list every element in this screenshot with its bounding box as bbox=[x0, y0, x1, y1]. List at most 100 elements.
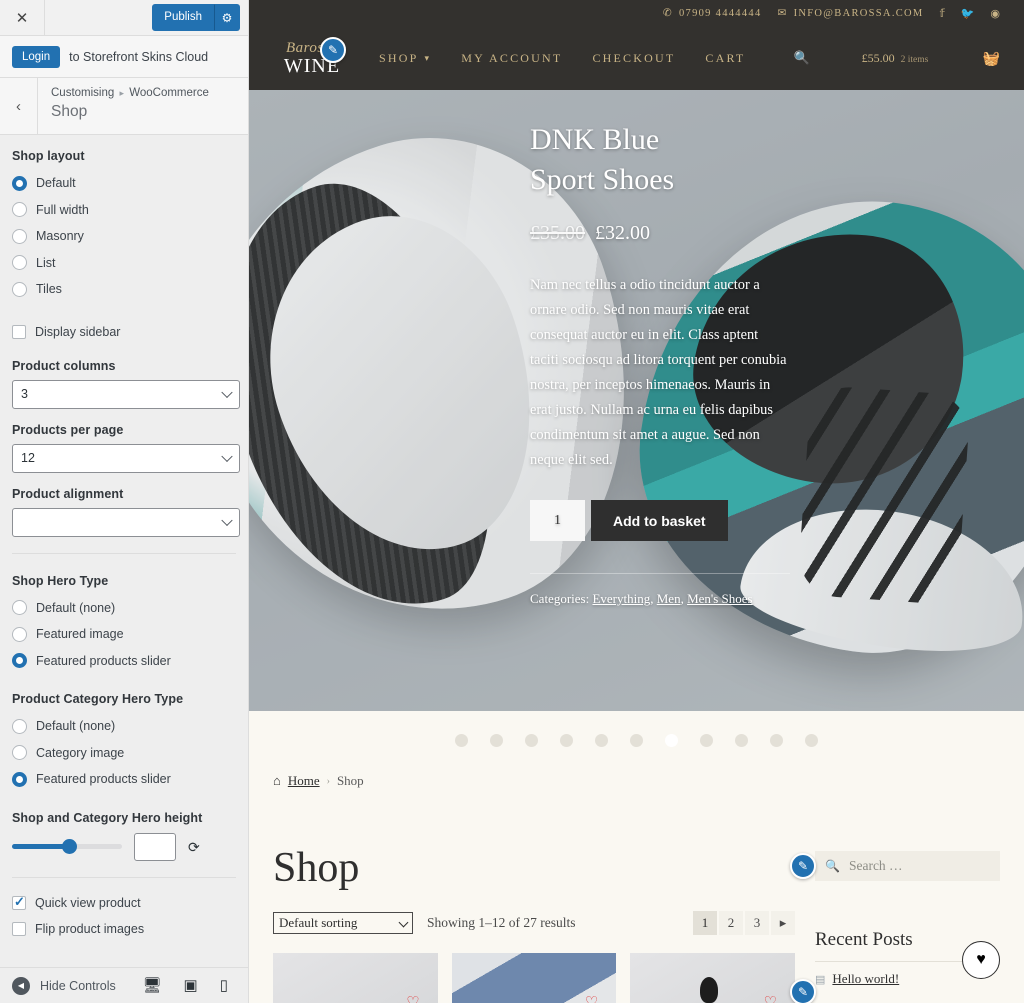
hero-height-slider[interactable] bbox=[12, 839, 122, 854]
edit-search-widget-pencil-icon[interactable]: ✎ bbox=[790, 853, 816, 879]
close-icon[interactable]: ✕ bbox=[0, 0, 45, 35]
radio-shop-layout-list[interactable]: List bbox=[12, 250, 236, 277]
category-link-everything[interactable]: Everything bbox=[592, 591, 650, 606]
panel-back-button[interactable]: ‹ bbox=[0, 78, 38, 134]
slider-dot[interactable] bbox=[455, 733, 468, 747]
radio-shop-hero-featured-slider[interactable]: Featured products slider bbox=[12, 648, 236, 675]
radio-shop-layout-masonry[interactable]: Masonry bbox=[12, 223, 236, 250]
slider-dot[interactable] bbox=[700, 733, 713, 747]
radio-category-hero-featured-slider[interactable]: Featured products slider bbox=[12, 766, 236, 793]
radio-icon[interactable] bbox=[12, 255, 27, 271]
products-per-page-select[interactable]: 12 bbox=[12, 443, 240, 473]
checkbox-display-sidebar[interactable]: Display sidebar bbox=[12, 319, 236, 345]
page-next-button[interactable]: ▸ bbox=[771, 911, 795, 935]
reset-icon[interactable]: ⟳ bbox=[188, 840, 200, 854]
breadcrumb-home-link[interactable]: Home bbox=[288, 773, 320, 789]
slider-handle[interactable] bbox=[62, 839, 77, 854]
search-widget[interactable]: 🔍 Search … ✎ bbox=[790, 851, 1000, 881]
radio-category-hero-default[interactable]: Default (none) bbox=[12, 713, 236, 740]
facebook-icon[interactable]: 𝕗 bbox=[940, 7, 945, 20]
radio-icon[interactable] bbox=[12, 745, 27, 761]
edit-recent-posts-pencil-icon[interactable]: ✎ bbox=[790, 979, 816, 1003]
page-button-1[interactable]: 1 bbox=[693, 911, 717, 935]
slider-dot[interactable] bbox=[490, 733, 503, 747]
cart-summary[interactable]: £55.00 2 items bbox=[862, 51, 929, 66]
nav-item-cart[interactable]: CART bbox=[705, 51, 745, 66]
slider-dot[interactable] bbox=[770, 733, 783, 747]
product-columns-select[interactable]: 3 bbox=[12, 379, 240, 409]
radio-shop-layout-tiles[interactable]: Tiles bbox=[12, 276, 236, 303]
radio-icon[interactable] bbox=[12, 281, 27, 297]
heart-icon[interactable]: ♡ bbox=[585, 993, 598, 1003]
site-logo[interactable]: Barossa WINE ✎ bbox=[273, 36, 351, 76]
page-button-2[interactable]: 2 bbox=[719, 911, 743, 935]
sorting-select[interactable]: Default sorting bbox=[273, 912, 413, 934]
radio-shop-layout-default[interactable]: Default bbox=[12, 170, 236, 197]
product-card[interactable]: ♡ bbox=[630, 953, 796, 1003]
radio-shop-layout-full-width[interactable]: Full width bbox=[12, 197, 236, 224]
email-contact[interactable]: ✉ INFO@BAROSSA.COM bbox=[778, 7, 924, 20]
checkbox-icon[interactable] bbox=[12, 894, 26, 910]
hide-controls-label[interactable]: Hide Controls bbox=[40, 979, 116, 993]
checkbox-icon[interactable] bbox=[12, 324, 26, 339]
product-thumbnail[interactable]: ♡ bbox=[630, 953, 796, 1003]
nav-item-checkout[interactable]: CHECKOUT bbox=[592, 51, 675, 66]
product-card[interactable]: ♡ bbox=[273, 953, 438, 1003]
radio-icon[interactable] bbox=[12, 771, 27, 787]
category-link-mens-shoes[interactable]: Men's Shoes bbox=[687, 591, 753, 606]
radio-icon[interactable] bbox=[12, 626, 27, 642]
phone-contact[interactable]: ✆ 07909 4444444 bbox=[663, 7, 762, 20]
radio-label: Default (none) bbox=[36, 719, 116, 734]
radio-icon[interactable] bbox=[12, 202, 27, 218]
search-input[interactable]: Search … bbox=[849, 858, 903, 874]
search-icon[interactable]: 🔍 bbox=[793, 50, 809, 66]
checkbox-icon[interactable] bbox=[12, 921, 26, 936]
page-button-3[interactable]: 3 bbox=[745, 911, 769, 935]
slider-dot[interactable] bbox=[630, 733, 643, 747]
hero-categories: Categories: Everything, Men, Men's Shoes bbox=[530, 573, 790, 609]
login-button[interactable]: Login bbox=[12, 45, 61, 68]
heart-icon[interactable]: ♡ bbox=[764, 993, 777, 1003]
product-alignment-select[interactable] bbox=[12, 507, 240, 537]
product-thumbnail[interactable]: ♡ bbox=[451, 953, 617, 1003]
radio-icon[interactable] bbox=[12, 718, 27, 734]
nav-item-shop[interactable]: SHOP ▾ bbox=[379, 51, 431, 66]
hero-product-title: DNK Blue Sport Shoes bbox=[530, 120, 790, 200]
checkbox-flip-product-images[interactable]: Flip product images bbox=[12, 916, 236, 942]
twitter-icon[interactable]: 🐦 bbox=[961, 7, 975, 20]
wishlist-float-button[interactable]: ♥ bbox=[962, 941, 1000, 979]
product-card[interactable]: ♡ bbox=[451, 953, 617, 1003]
radio-category-hero-category-image[interactable]: Category image bbox=[12, 740, 236, 767]
add-to-basket-button[interactable]: Add to basket bbox=[591, 500, 728, 541]
radio-icon[interactable] bbox=[12, 653, 27, 669]
site-topbar: ✆ 07909 4444444 ✉ INFO@BAROSSA.COM 𝕗 🐦 ◉ bbox=[249, 0, 1024, 26]
slider-dot[interactable] bbox=[735, 733, 748, 747]
quantity-input[interactable]: 1 bbox=[530, 500, 585, 541]
radio-shop-hero-default[interactable]: Default (none) bbox=[12, 595, 236, 622]
edit-logo-pencil-icon[interactable]: ✎ bbox=[320, 36, 346, 63]
product-thumbnail[interactable]: ♡ bbox=[273, 953, 438, 1003]
slider-dot[interactable] bbox=[525, 733, 538, 747]
heart-icon[interactable]: ♡ bbox=[406, 993, 419, 1003]
slider-dot-active[interactable] bbox=[665, 733, 678, 747]
radio-shop-hero-featured-image[interactable]: Featured image bbox=[12, 621, 236, 648]
instagram-icon[interactable]: ◉ bbox=[990, 7, 1000, 20]
gear-icon[interactable]: ⚙ bbox=[214, 4, 240, 31]
tablet-view-icon[interactable]: ▣ bbox=[184, 978, 198, 993]
slider-dot[interactable] bbox=[560, 733, 573, 747]
collapse-icon[interactable]: ◀ bbox=[12, 976, 30, 995]
radio-icon[interactable] bbox=[12, 600, 27, 616]
slider-dot[interactable] bbox=[805, 733, 818, 747]
radio-icon[interactable] bbox=[12, 175, 27, 191]
radio-icon[interactable] bbox=[12, 228, 27, 244]
slider-dot[interactable] bbox=[595, 733, 608, 747]
checkbox-quick-view-product[interactable]: Quick view product bbox=[12, 890, 236, 916]
nav-item-my-account[interactable]: MY ACCOUNT bbox=[461, 51, 562, 66]
category-link-men[interactable]: Men bbox=[657, 591, 681, 606]
basket-icon[interactable]: 🧺 bbox=[983, 50, 1000, 67]
mobile-view-icon[interactable]: ▯ bbox=[220, 978, 228, 993]
publish-button[interactable]: Publish bbox=[152, 4, 214, 31]
hero-height-input[interactable] bbox=[134, 832, 176, 861]
desktop-view-icon[interactable]: 🖥 bbox=[143, 978, 162, 993]
recent-post-link[interactable]: Hello world! bbox=[832, 971, 899, 987]
